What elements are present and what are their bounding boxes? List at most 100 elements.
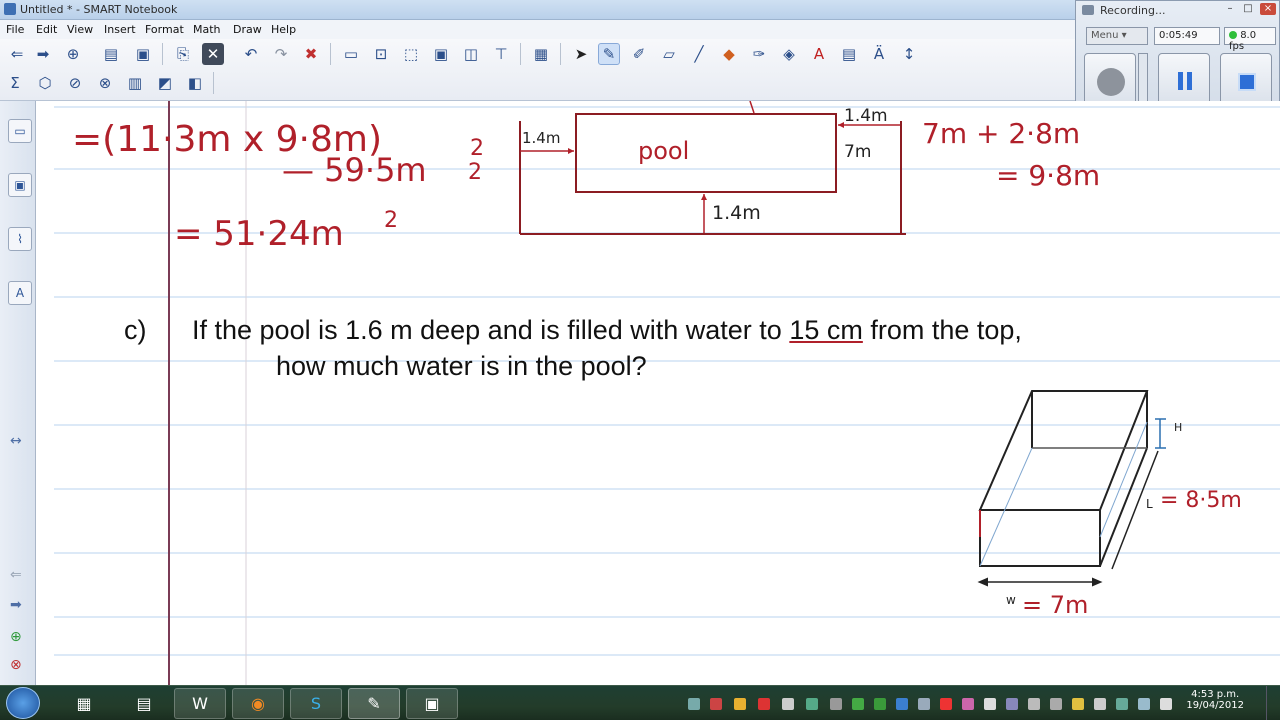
previous-page-icon[interactable]: ⇐ — [10, 567, 22, 583]
add-page-icon[interactable]: ⊕ — [62, 43, 84, 65]
record-icon — [1097, 68, 1125, 96]
menu-edit[interactable]: Edit — [36, 23, 57, 36]
tray-icon[interactable] — [1116, 698, 1128, 710]
clock-time: 4:53 p.m. — [1191, 689, 1240, 700]
next-page-icon[interactable]: ➡ — [10, 597, 22, 613]
sigma-icon[interactable]: Σ — [4, 72, 26, 94]
tray-icon[interactable] — [1006, 698, 1018, 710]
box-height-label: H — [1174, 421, 1182, 434]
font-icon[interactable]: Ä — [868, 43, 890, 65]
redo-icon[interactable]: ↷ — [270, 43, 292, 65]
delete-page-side-icon[interactable]: ⊗ — [10, 657, 22, 673]
attachments-tab[interactable]: ⌇ — [8, 227, 32, 251]
whiteboard-page[interactable]: =(11·3m x 9·8m) 2 — 59·5m 2 = 51·24m 2 p… — [36, 101, 1280, 685]
magic-pen-icon[interactable]: ✑ — [748, 43, 770, 65]
tray-icon[interactable] — [1094, 698, 1106, 710]
tray-icon[interactable] — [710, 698, 722, 710]
text-icon[interactable]: A — [808, 43, 830, 65]
pen-icon[interactable]: ✎ — [598, 43, 620, 65]
shapes-icon[interactable]: ◆ — [718, 43, 740, 65]
menu-format[interactable]: Format — [145, 23, 184, 36]
gallery-tab[interactable]: ▣ — [8, 173, 32, 197]
properties-tab[interactable]: A — [8, 281, 32, 305]
tray-icon[interactable] — [940, 698, 952, 710]
properties-icon[interactable]: ▤ — [838, 43, 860, 65]
network-icon[interactable] — [1138, 698, 1150, 710]
tray-icon[interactable] — [1028, 698, 1040, 710]
clock[interactable]: 4:53 p.m. 19/04/2012 — [1186, 689, 1244, 711]
undo-icon[interactable]: ↶ — [240, 43, 262, 65]
tray-icon[interactable] — [874, 698, 886, 710]
tray-icon[interactable] — [782, 698, 794, 710]
skype-task-icon[interactable]: S — [290, 688, 342, 719]
tray-icon[interactable] — [734, 698, 746, 710]
save-icon[interactable]: ▣ — [132, 43, 154, 65]
full-screen-icon[interactable]: ⊡ — [370, 43, 392, 65]
menu-help[interactable]: Help — [271, 23, 296, 36]
tray-icon[interactable] — [984, 698, 996, 710]
compass-icon[interactable]: ⊘ — [64, 72, 86, 94]
eraser-icon[interactable]: ▱ — [658, 43, 680, 65]
toolbar: ⇐ ➡ ⊕ ▤ ▣ ⎘ ✕ ↶ ↷ ✖ ▭ ⊡ ⬚ ▣ ◫ ⊤ ▦ ➤ ✎ ✐ … — [0, 39, 1075, 101]
box-width-label: = 7m — [1022, 591, 1088, 619]
tray-icon[interactable] — [918, 698, 930, 710]
close-icon[interactable]: × — [1260, 3, 1276, 15]
move-toolbar-icon[interactable]: ↕ — [898, 43, 920, 65]
document-camera-icon[interactable]: ⊤ — [490, 43, 512, 65]
menu-draw[interactable]: Draw — [233, 23, 262, 36]
box-width-prefix: w — [1006, 593, 1016, 607]
table-icon[interactable]: ▦ — [530, 43, 552, 65]
tray-icon[interactable] — [896, 698, 908, 710]
protractor-icon[interactable]: ⊗ — [94, 72, 116, 94]
line-icon[interactable]: ╱ — [688, 43, 710, 65]
tray-icon[interactable] — [1050, 698, 1062, 710]
menu-insert[interactable]: Insert — [104, 23, 136, 36]
tray-icon[interactable] — [830, 698, 842, 710]
tray-icon[interactable] — [962, 698, 974, 710]
delete-page-icon[interactable]: ✕ — [202, 43, 224, 65]
tray-icon[interactable] — [852, 698, 864, 710]
paste-icon[interactable]: ⎘ — [172, 43, 194, 65]
menu-file[interactable]: File — [6, 23, 24, 36]
recorder-task-icon[interactable]: ▣ — [406, 688, 458, 719]
app-icon — [4, 3, 16, 15]
recorder-menu-label: Menu — [1091, 30, 1119, 41]
transparent-background-icon[interactable]: ⬚ — [400, 43, 422, 65]
menu-view[interactable]: View — [67, 23, 93, 36]
minimize-icon[interactable]: – — [1222, 3, 1238, 15]
word-task-icon[interactable]: W — [174, 688, 226, 719]
tray-icon[interactable] — [758, 698, 770, 710]
fill-icon[interactable]: ◈ — [778, 43, 800, 65]
start-button[interactable] — [6, 687, 40, 719]
volume-icon[interactable] — [1160, 698, 1172, 710]
spreadsheet-task-icon[interactable]: ▤ — [118, 688, 170, 719]
back-icon[interactable]: ⇐ — [6, 43, 28, 65]
forward-icon[interactable]: ➡ — [32, 43, 54, 65]
screen-shade-icon[interactable]: ▭ — [340, 43, 362, 65]
firefox-task-icon[interactable]: ◉ — [232, 688, 284, 719]
table-insert-icon[interactable]: ▥ — [124, 72, 146, 94]
menu-math[interactable]: Math — [193, 23, 221, 36]
tray-icon[interactable] — [806, 698, 818, 710]
recorder-menu-button[interactable]: Menu ▾ — [1086, 27, 1148, 45]
tray-icon[interactable] — [1072, 698, 1084, 710]
transform-icon[interactable]: ⬡ — [34, 72, 56, 94]
select-arrow-icon[interactable]: ➤ — [570, 43, 592, 65]
smart-notebook-task-icon[interactable]: ✎ — [348, 688, 400, 719]
toolbar-separator — [213, 72, 214, 94]
display-icon[interactable]: ▣ — [430, 43, 452, 65]
maximize-icon[interactable]: □ — [1240, 3, 1256, 15]
screen-capture-icon[interactable]: ◫ — [460, 43, 482, 65]
calculator-task-icon[interactable]: ▦ — [58, 688, 110, 719]
graph-icon[interactable]: ◩ — [154, 72, 176, 94]
creative-pen-icon[interactable]: ✐ — [628, 43, 650, 65]
gallery-icon[interactable]: ◧ — [184, 72, 206, 94]
open-icon[interactable]: ▤ — [100, 43, 122, 65]
page-sorter-tab[interactable]: ▭ — [8, 119, 32, 143]
delete-icon[interactable]: ✖ — [300, 43, 322, 65]
resize-icon[interactable]: ↔ — [10, 433, 22, 449]
tray-icon[interactable] — [688, 698, 700, 710]
show-desktop-button[interactable] — [1266, 686, 1280, 720]
toolbar-separator — [330, 43, 331, 65]
add-page-side-icon[interactable]: ⊕ — [10, 629, 22, 645]
